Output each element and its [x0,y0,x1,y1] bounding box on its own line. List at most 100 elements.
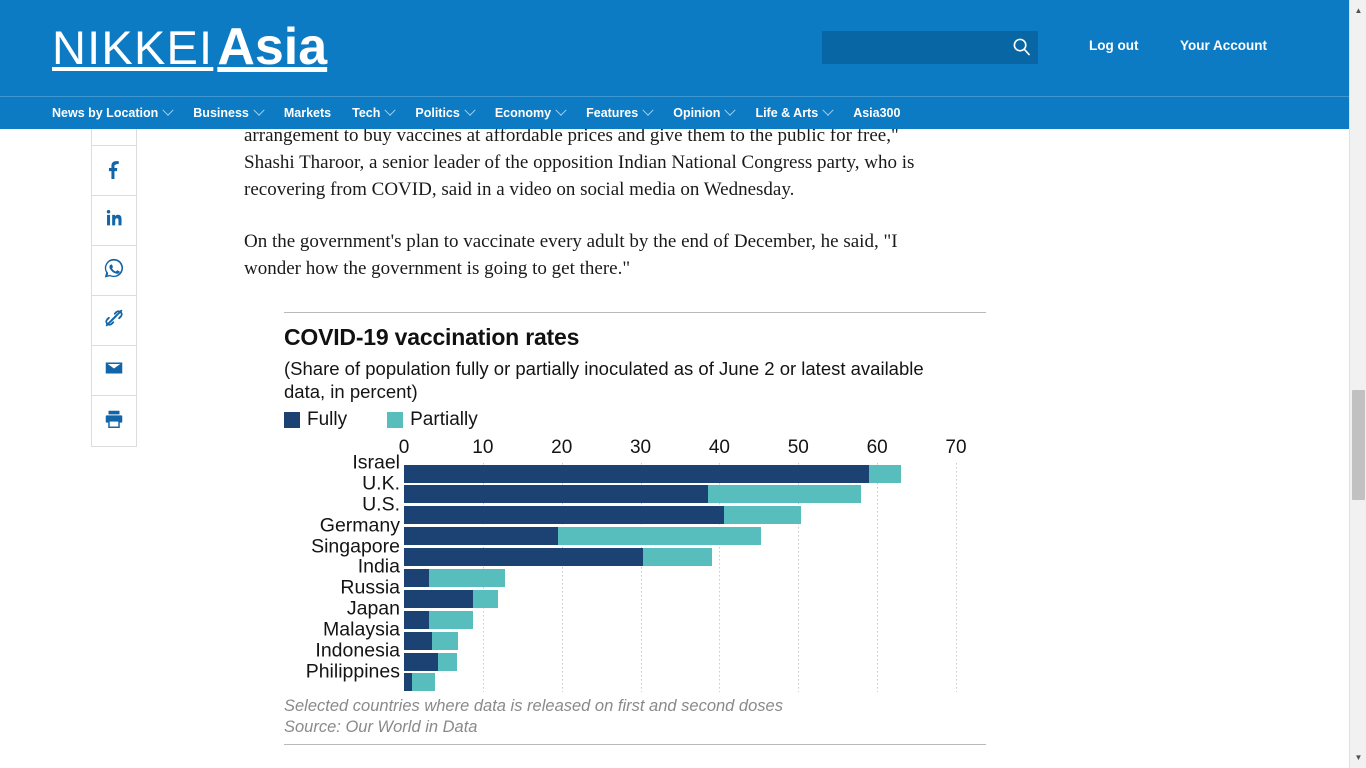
bar-category-label: U.K. [362,472,400,495]
x-axis-tick-label: 70 [945,437,967,458]
bar-segment-fully [404,589,474,608]
email-icon [103,357,125,384]
share-email-button[interactable] [92,346,136,396]
nav-label: Economy [494,106,552,120]
nav-item-politics[interactable]: Politics [415,104,476,120]
chart-subtitle: (Share of population fully or partially … [284,358,924,402]
legend-swatch-partially [387,412,404,428]
chart-legend: Fully Partially [284,409,986,431]
nav-item-business[interactable]: Business [193,104,265,120]
site-header: NIKKEI Asia Log out Your Account [0,0,1349,96]
nav-item-tech[interactable]: Tech [352,104,397,120]
bar-category-label: Israel [352,451,400,474]
legend-label-fully: Fully [307,409,348,430]
bar-segment-fully [404,673,412,692]
legend-item-partially: Partially [387,409,478,431]
linkedin-icon [103,207,125,234]
link-icon [103,307,125,334]
bar-segment-fully [404,527,558,546]
your-account-link[interactable]: Your Account [1180,38,1267,53]
x-axis-tick-label: 40 [708,437,730,458]
search-icon [1012,37,1031,59]
bar-segment-fully [404,464,870,483]
scrollbar-thumb[interactable] [1352,390,1365,500]
bar-segment-partially [429,568,505,587]
bar-category-label: Japan [346,597,400,620]
legend-swatch-fully [284,412,300,428]
nav-label: News by Location [52,106,159,120]
page-content: arrangement to buy vaccines at affordabl… [0,129,1349,768]
share-link-button[interactable] [92,296,136,346]
social-share-rail [91,129,137,447]
page-scrollbar[interactable]: ▲ ▼ [1349,0,1366,768]
x-axis-tick-label: 20 [551,437,573,458]
nav-item-asia300[interactable]: Asia300 [853,106,900,120]
bar-category-label: U.S. [362,493,400,516]
nav-item-economy[interactable]: Economy [494,104,567,120]
bar-segment-partially [473,589,498,608]
bar-segment-partially [869,464,901,483]
chevron-down-icon [162,104,174,116]
print-icon [103,408,125,435]
x-axis-tick-label: 50 [787,437,809,458]
scroll-down-arrow[interactable]: ▼ [1350,749,1366,766]
chevron-down-icon [822,104,834,116]
bar-segment-fully [404,485,708,504]
bar-category-label: Russia [340,576,400,599]
nav-item-features[interactable]: Features [586,104,654,120]
bar-segment-partially [557,527,762,546]
nav-item-news-by-location[interactable]: News by Location [52,104,174,120]
nav-item-life-and-arts[interactable]: Life & Arts [755,104,834,120]
nav-label: Asia300 [853,106,901,120]
article-paragraph: arrangement to buy vaccines at affordabl… [244,129,915,200]
bar-segment-fully [404,631,432,650]
bar-category-label: India [357,555,400,578]
bar-category-label: Malaysia [323,618,400,641]
facebook-icon [103,157,125,184]
chart-title: COVID-19 vaccination rates [284,324,580,350]
bar-category-label: Philippines [305,660,400,683]
covid-vaccination-chart: COVID-19 vaccination rates (Share of pop… [284,312,986,745]
logo-asia-text: Asia [217,18,328,76]
bar-segment-fully [404,548,643,567]
main-navigation: News by Location Business Markets Tech P… [0,96,1349,129]
share-linkedin-button[interactable] [92,196,136,246]
chevron-down-icon [642,104,654,116]
nav-label: Markets [283,106,332,120]
bar-segment-partially [437,652,457,671]
legend-label-partially: Partially [410,409,478,430]
bar-segment-partially [429,610,473,629]
share-facebook-button[interactable] [92,146,136,196]
chart-bar-row: Philippines [284,662,986,693]
bar-category-label: Singapore [311,534,400,557]
x-axis-tick-label: 30 [629,437,652,458]
search-input[interactable] [822,31,1002,64]
bar-category-label: Indonesia [315,639,400,662]
chevron-down-icon [253,104,265,116]
nav-label: Features [586,106,639,120]
chevron-down-icon [555,104,567,116]
scroll-up-arrow[interactable]: ▲ [1350,2,1366,19]
bar-segment-partially [724,506,802,525]
nav-item-markets[interactable]: Markets [284,106,331,120]
chart-footnotes: Selected countries where data is release… [284,696,986,745]
whatsapp-icon [103,257,125,284]
chevron-down-icon [464,104,476,116]
site-logo[interactable]: NIKKEI Asia [52,16,327,78]
chart-plot-area: 0 10 20 30 40 50 60 70 Israel U.K. U.S. Germany Sin… [284,437,986,695]
share-whatsapp-button[interactable] [92,246,136,296]
article-paragraph: On the government's plan to vaccinate ev… [244,231,898,279]
search-button[interactable] [1008,35,1034,61]
chart-footnote-selection: Selected countries where data is release… [284,697,783,715]
nav-label: Opinion [673,106,721,120]
x-axis-tick-label: 10 [472,437,494,458]
bar-segment-fully [404,506,725,525]
bar-segment-partially [642,548,712,567]
logo-nikkei-text: NIKKEI [52,20,214,74]
print-button[interactable] [92,396,136,446]
search-box[interactable] [822,31,1038,64]
nav-label: Tech [352,106,381,120]
logout-link[interactable]: Log out [1089,38,1138,53]
nav-label: Business [193,106,249,120]
nav-item-opinion[interactable]: Opinion [673,104,737,120]
